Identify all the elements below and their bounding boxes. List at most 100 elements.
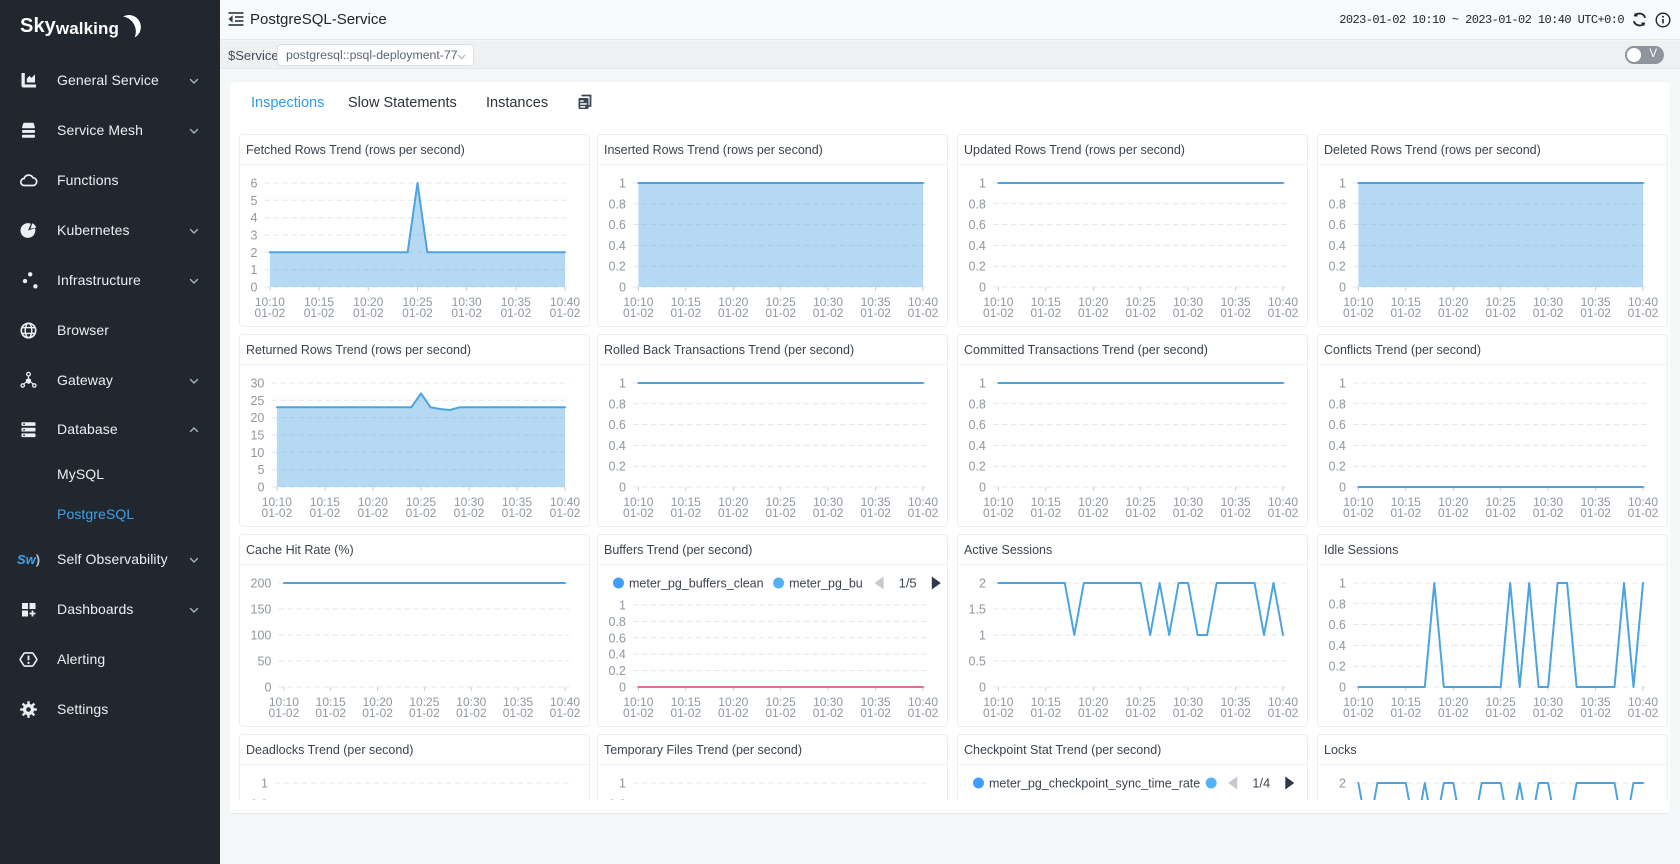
svg-text:01-02: 01-02 [670,706,701,720]
svg-text:0.6: 0.6 [609,218,626,232]
svg-text:2: 2 [1339,777,1346,791]
svg-text:0.2: 0.2 [1329,660,1346,674]
svg-text:0.8: 0.8 [609,197,626,211]
svg-text:01-02: 01-02 [550,306,581,320]
svg-text:50: 50 [257,655,271,669]
svg-text:01-02: 01-02 [670,306,701,320]
svg-text:01-02: 01-02 [1580,706,1611,720]
svg-text:01-02: 01-02 [860,506,891,520]
svg-text:01-02: 01-02 [1533,706,1564,720]
svg-text:01-02: 01-02 [1438,506,1469,520]
svg-text:01-02: 01-02 [353,306,384,320]
svg-text:0.2: 0.2 [609,260,626,274]
svg-text:01-02: 01-02 [1030,506,1061,520]
svg-text:01-02: 01-02 [502,506,533,520]
svg-text:0.8: 0.8 [969,197,986,211]
svg-text:01-02: 01-02 [362,706,393,720]
svg-text:0.2: 0.2 [609,664,626,678]
svg-text:01-02: 01-02 [503,706,534,720]
svg-text:0: 0 [979,281,986,295]
svg-text:01-02: 01-02 [550,506,581,520]
svg-text:0: 0 [1339,281,1346,295]
svg-text:10: 10 [250,446,264,460]
svg-text:01-02: 01-02 [1485,306,1516,320]
svg-text:3: 3 [250,229,257,243]
svg-text:5: 5 [250,194,257,208]
svg-text:meter_pg_checkpoint_sync_time_: meter_pg_checkpoint_sync_time_rate [989,777,1200,791]
svg-text:1.5: 1.5 [969,603,986,617]
svg-text:01-02: 01-02 [262,506,293,520]
svg-text:1: 1 [261,777,268,791]
svg-text:01-02: 01-02 [1220,306,1251,320]
svg-text:1: 1 [250,263,257,277]
svg-text:01-02: 01-02 [1580,306,1611,320]
svg-text:0.6: 0.6 [969,218,986,232]
svg-text:1: 1 [1339,577,1346,591]
svg-text:0.8: 0.8 [1329,197,1346,211]
svg-text:01-02: 01-02 [765,706,796,720]
svg-text:0: 0 [264,681,271,695]
svg-text:0.6: 0.6 [969,418,986,432]
svg-text:01-02: 01-02 [1268,706,1299,720]
svg-text:6: 6 [250,177,257,191]
svg-text:0: 0 [619,681,626,695]
svg-text:2: 2 [250,246,257,260]
svg-text:0.6: 0.6 [1329,218,1346,232]
svg-text:01-02: 01-02 [310,506,341,520]
svg-text:0.4: 0.4 [609,239,626,253]
svg-text:01-02: 01-02 [1343,506,1374,520]
svg-text:01-02: 01-02 [983,306,1014,320]
svg-text:0: 0 [250,281,257,295]
svg-text:01-02: 01-02 [813,506,844,520]
svg-text:01-02: 01-02 [1485,506,1516,520]
svg-text:100: 100 [251,629,272,643]
svg-text:01-02: 01-02 [550,706,581,720]
svg-text:0.2: 0.2 [609,460,626,474]
svg-text:1: 1 [979,377,986,391]
svg-text:01-02: 01-02 [1628,306,1659,320]
svg-text:01-02: 01-02 [983,506,1014,520]
svg-text:5: 5 [257,463,264,477]
svg-text:1: 1 [619,377,626,391]
svg-text:01-02: 01-02 [1390,706,1421,720]
svg-text:0.4: 0.4 [1329,439,1346,453]
svg-text:01-02: 01-02 [1268,506,1299,520]
svg-text:01-02: 01-02 [1390,506,1421,520]
svg-text:01-02: 01-02 [623,306,654,320]
svg-text:1: 1 [619,599,626,613]
svg-text:01-02: 01-02 [304,306,335,320]
svg-text:01-02: 01-02 [402,306,433,320]
svg-text:01-02: 01-02 [1125,706,1156,720]
svg-text:0.2: 0.2 [1329,260,1346,274]
svg-text:01-02: 01-02 [623,506,654,520]
svg-text:01-02: 01-02 [1628,706,1659,720]
svg-text:01-02: 01-02 [1173,706,1204,720]
svg-text:01-02: 01-02 [1173,306,1204,320]
svg-text:01-02: 01-02 [255,306,286,320]
svg-text:01-02: 01-02 [718,506,749,520]
svg-text:2: 2 [979,577,986,591]
svg-text:1: 1 [979,799,986,801]
svg-text:01-02: 01-02 [670,506,701,520]
svg-text:01-02: 01-02 [451,306,482,320]
svg-text:01-02: 01-02 [1220,706,1251,720]
svg-text:01-02: 01-02 [315,706,346,720]
svg-text:01-02: 01-02 [1125,506,1156,520]
svg-text:0.4: 0.4 [969,239,986,253]
svg-text:01-02: 01-02 [269,706,300,720]
svg-text:0.4: 0.4 [1329,239,1346,253]
svg-text:0: 0 [1339,681,1346,695]
svg-text:01-02: 01-02 [908,706,939,720]
svg-text:01-02: 01-02 [1173,506,1204,520]
svg-text:0.8: 0.8 [251,797,268,800]
svg-text:01-02: 01-02 [358,506,389,520]
svg-text:1: 1 [1339,177,1346,191]
svg-text:01-02: 01-02 [1390,306,1421,320]
svg-text:0.4: 0.4 [609,648,626,662]
svg-text:0: 0 [619,481,626,495]
svg-text:0: 0 [979,481,986,495]
svg-text:01-02: 01-02 [813,706,844,720]
svg-text:1: 1 [979,629,986,643]
svg-text:0: 0 [619,281,626,295]
svg-text:25: 25 [250,394,264,408]
